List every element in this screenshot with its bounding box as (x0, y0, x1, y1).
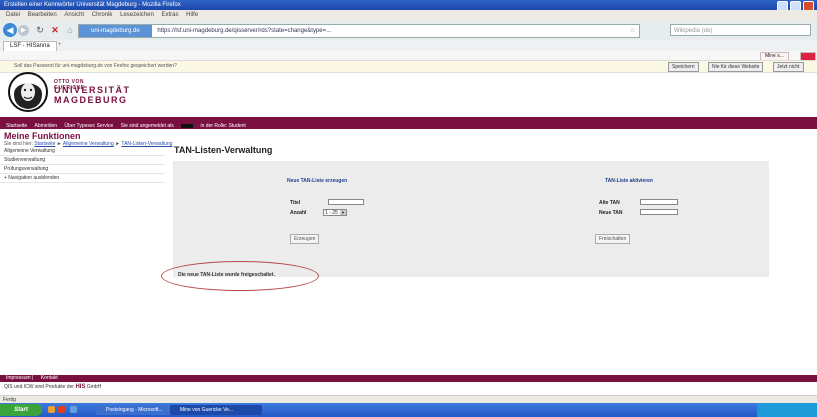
quicklaunch-folder-icon[interactable] (48, 406, 55, 413)
password-notification-bar: Soll das Passwort für uni-magdeburg.de v… (0, 60, 817, 73)
page-title: TAN-Listen-Verwaltung (174, 145, 273, 155)
nav-logged-in-as: Sie sind angemeldet als (120, 123, 174, 129)
browser-tab[interactable]: LSF - HISanna (3, 41, 57, 51)
create-tan-heading: Neue TAN-Liste erzeugen (287, 178, 348, 184)
erzeugen-button[interactable]: Erzeugen (290, 234, 320, 244)
sidebar-menu: Allgemeine Verwaltung Studienverwaltung … (0, 147, 165, 183)
menu-bearbeiten[interactable]: Bearbeiten (28, 12, 57, 18)
copyright-notice: QIS und ICW sind Produkte der HIS GmbH (4, 384, 101, 390)
url-text: https://lsf.uni-magdeburg.de/qisserver/r… (157, 28, 332, 34)
activate-tan-heading: TAN-Liste aktivieren (605, 178, 653, 184)
main-navigation: Startseite Abmelden Über Typesec Service… (0, 123, 817, 129)
extension-bar: Mine s... (0, 51, 817, 61)
redacted-username (181, 123, 194, 128)
logo-line-3: MAGDEBURG (54, 95, 128, 105)
bookmark-star-icon[interactable]: ☆ (630, 25, 635, 37)
chevron-down-icon: ▼ (340, 210, 346, 215)
guericke-portrait-icon (8, 72, 48, 112)
alte-tan-input[interactable] (640, 199, 678, 205)
titel-input[interactable] (328, 199, 364, 205)
tan-panel: Neue TAN-Liste erzeugen TAN-Liste aktivi… (173, 161, 769, 278)
save-password-button[interactable]: Speichern (668, 62, 699, 72)
taskbar-item-firefox[interactable]: Mine von Guericke Ve... (170, 405, 262, 415)
nav-startseite[interactable]: Startseite (6, 123, 27, 129)
menu-lesezeichen[interactable]: Lesezeichen (120, 12, 154, 18)
taskbar-item-outlook[interactable]: Posteingang - Microsoft... (96, 405, 176, 415)
menu-hilfe[interactable]: Hilfe (186, 12, 198, 18)
sidebar-item-allgemeine-verwaltung[interactable]: Allgemeine Verwaltung (0, 147, 165, 156)
url-bar[interactable]: uni-magdeburg.de https://lsf.uni-magdebu… (78, 24, 640, 38)
menu-datei[interactable]: Datei (6, 12, 20, 18)
logo-line-2: UNIVERSITÄT (54, 85, 131, 95)
reload-icon[interactable]: ↻ (33, 23, 47, 37)
page-footer: Impressum | Kontakt (0, 375, 817, 382)
never-save-button[interactable]: Nie für diese Website (708, 62, 764, 72)
nav-abmelden[interactable]: Abmelden (35, 123, 58, 129)
functions-heading: Meine Funktionen (4, 131, 81, 141)
notification-text: Soll das Passwort für uni-magdeburg.de v… (14, 63, 177, 69)
system-tray (757, 403, 817, 417)
menu-ansicht[interactable]: Ansicht (64, 12, 84, 18)
navigation-toolbar: ◀ ▶ ↻ ✕ ⌂ uni-magdeburg.de https://lsf.u… (0, 21, 817, 41)
site-identity-badge[interactable]: uni-magdeburg.de (79, 25, 152, 37)
titel-label: Titel (290, 200, 301, 206)
search-input[interactable]: Wikipedia (de) (670, 24, 811, 36)
menu-chronik[interactable]: Chronik (92, 12, 113, 18)
freischalten-button[interactable]: Freischalten (595, 234, 631, 244)
footer-kontakt-link[interactable]: Kontakt (41, 375, 58, 381)
footer-impressum-link[interactable]: Impressum (6, 375, 31, 381)
windows-taskbar: Start Posteingang - Microsoft... Mine vo… (0, 403, 817, 417)
back-arrow-icon[interactable]: ◀ (3, 23, 17, 37)
highlight-annotation-oval (161, 261, 319, 291)
copyright-prefix: QIS und ICW sind Produkte der (4, 384, 75, 390)
anzahl-label: Anzahl (290, 210, 307, 216)
copyright-suffix: GmbH (86, 384, 102, 390)
stop-icon[interactable]: ✕ (48, 23, 62, 37)
quicklaunch-search-icon[interactable] (70, 406, 77, 413)
menu-bar: Datei Bearbeiten Ansicht Chronik Lesezei… (0, 10, 817, 21)
sidebar-item-studienverwaltung[interactable]: Studienverwaltung (0, 156, 165, 165)
nav-service[interactable]: Über Typesec Service (64, 123, 113, 129)
window-title: Erstellen einer Kennwörter Universität M… (4, 2, 181, 8)
university-logo[interactable]: OTTO VON GUERICKE UNIVERSITÄT MAGDEBURG (8, 72, 129, 112)
not-now-button[interactable]: Jetzt nicht (773, 62, 804, 72)
nav-role[interactable]: in der Rolle: Student (201, 123, 246, 129)
sidebar-item-navigation-toggle[interactable]: + Navigation ausblenden (0, 174, 165, 183)
quicklaunch-firefox-icon[interactable] (58, 406, 65, 413)
anzahl-value: 1 - 25 (325, 210, 338, 216)
forward-arrow-icon[interactable]: ▶ (18, 25, 29, 36)
alte-tan-label: Alte TAN (599, 200, 620, 206)
new-tab-icon[interactable]: + (58, 40, 62, 51)
sidebar-item-pruefungsverwaltung[interactable]: Prüfungsverwaltung (0, 165, 165, 174)
neue-tan-label: Neue TAN (599, 210, 623, 216)
menu-extras[interactable]: Extras (161, 12, 178, 18)
his-logo[interactable]: HIS (75, 384, 85, 390)
start-button[interactable]: Start (0, 404, 42, 416)
neue-tan-input[interactable] (640, 209, 678, 215)
window-title-bar: Erstellen einer Kennwörter Universität M… (0, 0, 817, 11)
anzahl-select[interactable]: 1 - 25 ▼ (323, 209, 347, 216)
home-icon[interactable]: ⌂ (63, 23, 77, 37)
